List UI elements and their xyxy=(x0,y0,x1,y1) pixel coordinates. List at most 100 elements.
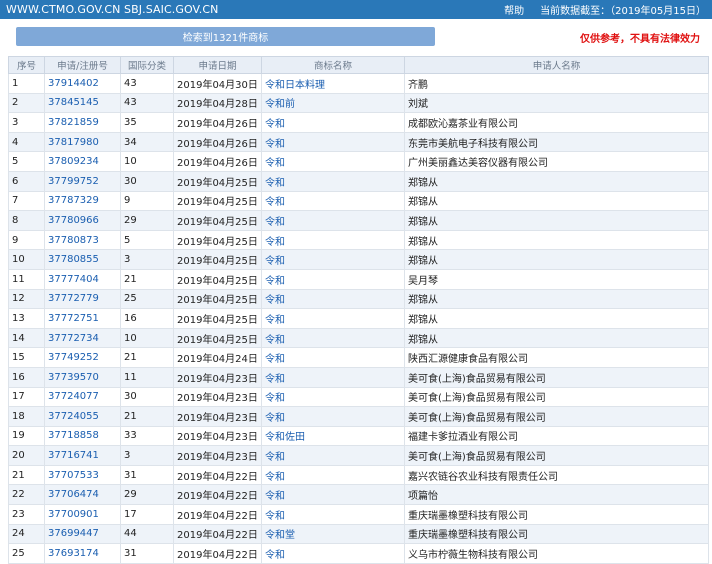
cell-intl-class: 35 xyxy=(120,112,174,133)
cell-reg-number[interactable]: 37716741 xyxy=(44,445,121,466)
cell-trademark-name[interactable]: 令和 xyxy=(261,210,405,231)
cell-reg-number[interactable]: 37780966 xyxy=(44,210,121,231)
cell-intl-class: 30 xyxy=(120,170,174,192)
cell-index: 21 xyxy=(8,464,45,486)
cell-reg-number[interactable]: 37749252 xyxy=(44,347,121,368)
cell-index: 11 xyxy=(8,268,45,290)
cell-intl-class: 44 xyxy=(120,523,174,545)
cell-reg-number[interactable]: 37787329 xyxy=(44,190,121,212)
cell-trademark-name[interactable]: 令和前 xyxy=(261,92,405,114)
table-row: 17 37724077 30 2019年04月23日 令和 美可食(上海)食品贸易有限公司 xyxy=(8,386,709,408)
cell-intl-class: 31 xyxy=(120,543,174,564)
cell-trademark-name[interactable]: 令和 xyxy=(261,464,405,486)
cell-reg-number[interactable]: 37914402 xyxy=(44,73,121,94)
table-row: 11 37777404 21 2019年04月25日 令和 吴月琴 xyxy=(8,268,709,290)
cell-trademark-name[interactable]: 令和 xyxy=(261,484,405,506)
cell-intl-class: 29 xyxy=(120,484,174,506)
help-link[interactable]: 帮助 xyxy=(504,2,524,17)
cell-intl-class: 5 xyxy=(120,229,174,251)
cell-reg-number[interactable]: 37780873 xyxy=(44,229,121,251)
cell-reg-number[interactable]: 37739570 xyxy=(44,366,121,388)
table-row: 9 37780873 5 2019年04月25日 令和 郑锦从 xyxy=(8,229,709,251)
cell-trademark-name[interactable]: 令和 xyxy=(261,445,405,466)
cell-index: 4 xyxy=(8,131,45,153)
table-row: 20 37716741 3 2019年04月23日 令和 美可食(上海)食品贸易有限公司 xyxy=(8,445,709,466)
cell-reg-number[interactable]: 37772734 xyxy=(44,327,121,349)
cell-apply-date: 2019年04月23日 xyxy=(173,386,262,408)
cell-reg-number[interactable]: 37817980 xyxy=(44,131,121,153)
table-row: 3 37821859 35 2019年04月26日 令和 成都欧沁嘉茶业有限公司 xyxy=(8,112,709,133)
cell-reg-number[interactable]: 37707533 xyxy=(44,464,121,486)
cell-trademark-name[interactable]: 令和 xyxy=(261,190,405,212)
table-row: 15 37749252 21 2019年04月24日 令和 陕西汇源健康食品有限公司 xyxy=(8,347,709,368)
cell-index: 8 xyxy=(8,210,45,231)
cell-trademark-name[interactable]: 令和 xyxy=(261,249,405,270)
cell-reg-number[interactable]: 37777404 xyxy=(44,268,121,290)
cell-applicant: 嘉兴农链谷农业科技有限责任公司 xyxy=(404,464,709,486)
cell-trademark-name[interactable]: 令和 xyxy=(261,131,405,153)
table-row: 4 37817980 34 2019年04月26日 令和 东莞市美航电子科技有限公司 xyxy=(8,131,709,153)
cell-apply-date: 2019年04月26日 xyxy=(173,112,262,133)
cell-trademark-name[interactable]: 令和 xyxy=(261,366,405,388)
cell-apply-date: 2019年04月22日 xyxy=(173,523,262,545)
cell-apply-date: 2019年04月23日 xyxy=(173,406,262,427)
table-row: 5 37809234 10 2019年04月26日 令和 广州美丽鑫达美容仪器有限公司 xyxy=(8,151,709,172)
cell-reg-number[interactable]: 37780855 xyxy=(44,249,121,270)
cell-intl-class: 43 xyxy=(120,92,174,114)
cell-index: 1 xyxy=(8,73,45,94)
cell-trademark-name[interactable]: 令和佐田 xyxy=(261,425,405,447)
cell-reg-number[interactable]: 37772779 xyxy=(44,288,121,310)
table-row: 24 37699447 44 2019年04月22日 令和堂 重庆瑞墨橡塑科技有限公司 xyxy=(8,523,709,545)
cell-reg-number[interactable]: 37772751 xyxy=(44,308,121,329)
result-count-button[interactable]: 检索到1321件商标 xyxy=(16,27,435,46)
cell-apply-date: 2019年04月23日 xyxy=(173,445,262,466)
cell-trademark-name[interactable]: 令和 xyxy=(261,347,405,368)
cell-intl-class: 34 xyxy=(120,131,174,153)
cell-applicant: 重庆瑞墨橡塑科技有限公司 xyxy=(404,504,709,525)
cell-reg-number[interactable]: 37821859 xyxy=(44,112,121,133)
table-row: 13 37772751 16 2019年04月25日 令和 郑锦从 xyxy=(8,308,709,329)
cell-trademark-name[interactable]: 令和 xyxy=(261,406,405,427)
cell-reg-number[interactable]: 37700901 xyxy=(44,504,121,525)
col-header-apply-date: 申请日期 xyxy=(173,56,262,74)
cell-trademark-name[interactable]: 令和 xyxy=(261,504,405,525)
cell-trademark-name[interactable]: 令和 xyxy=(261,151,405,172)
cell-reg-number[interactable]: 37718858 xyxy=(44,425,121,447)
cell-index: 17 xyxy=(8,386,45,408)
cell-trademark-name[interactable]: 令和 xyxy=(261,386,405,408)
cell-index: 7 xyxy=(8,190,45,212)
table-row: 2 37845145 43 2019年04月28日 令和前 刘斌 xyxy=(8,92,709,114)
cell-apply-date: 2019年04月22日 xyxy=(173,484,262,506)
cell-trademark-name[interactable]: 令和 xyxy=(261,268,405,290)
cell-applicant: 美可食(上海)食品贸易有限公司 xyxy=(404,445,709,466)
cell-trademark-name[interactable]: 令和 xyxy=(261,112,405,133)
cell-applicant: 郑锦从 xyxy=(404,288,709,310)
cell-reg-number[interactable]: 37724055 xyxy=(44,406,121,427)
cell-intl-class: 10 xyxy=(120,327,174,349)
cell-apply-date: 2019年04月25日 xyxy=(173,190,262,212)
cell-reg-number[interactable]: 37724077 xyxy=(44,386,121,408)
cell-trademark-name[interactable]: 令和 xyxy=(261,543,405,564)
cell-reg-number[interactable]: 37799752 xyxy=(44,170,121,192)
cell-index: 5 xyxy=(8,151,45,172)
cell-intl-class: 30 xyxy=(120,386,174,408)
cell-reg-number[interactable]: 37699447 xyxy=(44,523,121,545)
cell-applicant: 义乌市柠薇生物科技有限公司 xyxy=(404,543,709,564)
table-row: 25 37693174 31 2019年04月22日 令和 义乌市柠薇生物科技有限公司 xyxy=(8,543,709,564)
table-row: 19 37718858 33 2019年04月23日 令和佐田 福建卡爹拉酒业有限公司 xyxy=(8,425,709,447)
cell-reg-number[interactable]: 37693174 xyxy=(44,543,121,564)
disclaimer-text: 仅供参考，不具有法律效力 xyxy=(580,34,700,45)
cell-intl-class: 25 xyxy=(120,288,174,310)
cell-trademark-name[interactable]: 令和 xyxy=(261,327,405,349)
cell-trademark-name[interactable]: 令和 xyxy=(261,308,405,329)
cell-trademark-name[interactable]: 令和日本料理 xyxy=(261,73,405,94)
cell-reg-number[interactable]: 37845145 xyxy=(44,92,121,114)
cell-reg-number[interactable]: 37706474 xyxy=(44,484,121,506)
cell-trademark-name[interactable]: 令和 xyxy=(261,229,405,251)
cell-trademark-name[interactable]: 令和 xyxy=(261,170,405,192)
col-header-index: 序号 xyxy=(8,56,45,74)
table-row: 23 37700901 17 2019年04月22日 令和 重庆瑞墨橡塑科技有限公司 xyxy=(8,504,709,525)
cell-reg-number[interactable]: 37809234 xyxy=(44,151,121,172)
cell-trademark-name[interactable]: 令和 xyxy=(261,288,405,310)
cell-trademark-name[interactable]: 令和堂 xyxy=(261,523,405,545)
